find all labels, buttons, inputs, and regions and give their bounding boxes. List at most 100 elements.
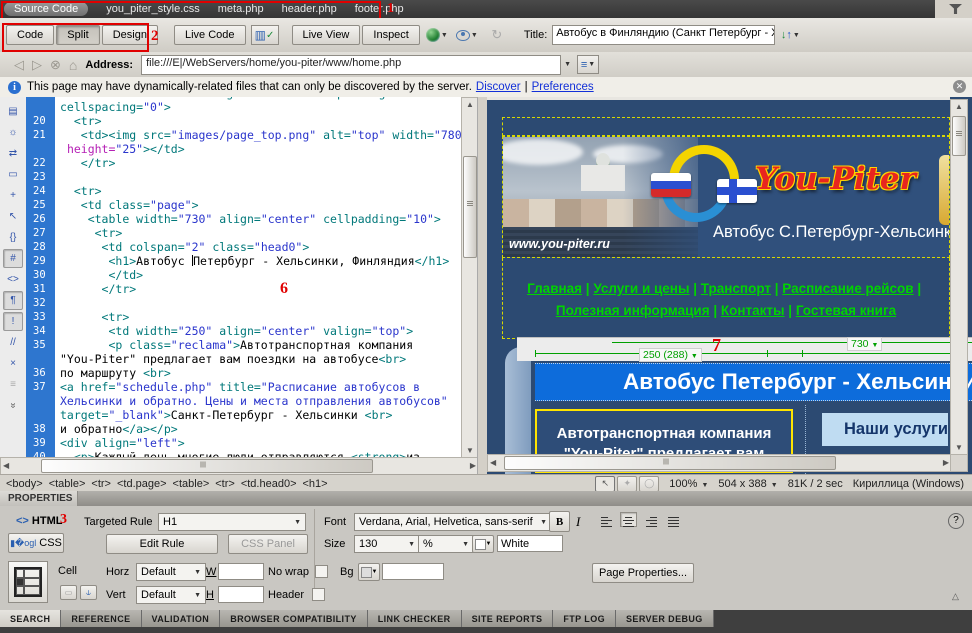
nowrap-checkbox[interactable] xyxy=(315,565,328,578)
snippets-icon[interactable]: ☼ xyxy=(3,123,23,142)
size-unit-select[interactable]: %▼ xyxy=(418,535,474,553)
select-tool-icon[interactable]: ↖ xyxy=(595,476,615,492)
address-dropdown-icon[interactable]: ▼ xyxy=(564,61,571,68)
nav-link[interactable]: Услуги и цены xyxy=(593,281,689,296)
scroll-down-icon[interactable]: ▼ xyxy=(951,441,967,455)
tag-selector-item[interactable]: <h1> xyxy=(303,478,328,490)
edit-rule-button[interactable]: Edit Rule xyxy=(106,534,218,554)
code-text[interactable]: target="_blank">Санкт-Петербург - Хельси… xyxy=(55,408,392,422)
code-text[interactable]: <h1>Автобус Петербург - Хельсинки, Финля… xyxy=(55,254,449,268)
word-wrap-icon[interactable]: ¶ xyxy=(3,291,23,310)
font-select[interactable]: Verdana, Arial, Helvetica, sans-serif▼ xyxy=(354,513,552,531)
header-checkbox[interactable] xyxy=(312,588,325,601)
infobar-close-icon[interactable]: ✕ xyxy=(953,80,966,93)
visual-aids-icon[interactable]: ▼ xyxy=(455,25,479,45)
nav-link[interactable]: Транспорт xyxy=(701,281,771,296)
scroll-left-icon[interactable]: ◀ xyxy=(490,456,496,470)
tag-selector-item[interactable]: <td.page> xyxy=(117,478,167,490)
align-center-icon[interactable] xyxy=(620,512,637,527)
code-text[interactable]: <tr> xyxy=(55,226,122,240)
code-text[interactable]: <td class="page"> xyxy=(55,198,199,212)
tag-selector-item[interactable]: <table> xyxy=(49,478,86,490)
site-banner[interactable]: You-Piter Автобус С.Петербург-Хельсинки … xyxy=(502,136,950,258)
column-width-menu[interactable]: 250 (288) ▼ xyxy=(639,348,702,362)
size-select[interactable]: 130▼ xyxy=(354,535,420,553)
back-icon[interactable]: ◁ xyxy=(14,57,24,73)
code-text[interactable]: <td width="250" align="center" valign="t… xyxy=(55,324,413,338)
code-text[interactable]: cellspacing="0"> xyxy=(55,100,171,114)
select-parent-tag-icon[interactable]: ↖ xyxy=(3,207,23,226)
live-view-button[interactable]: Live View xyxy=(292,25,361,45)
nav-link[interactable]: Главная xyxy=(527,281,582,296)
nav-link[interactable]: Расписание рейсов xyxy=(782,281,913,296)
live-code-button[interactable]: Live Code xyxy=(174,25,246,45)
discover-link[interactable]: Discover xyxy=(476,81,521,93)
table-width-bar[interactable]: 730 ▼ 250 (288) ▼ xyxy=(517,337,972,361)
bg-color-swatch[interactable]: ▼ xyxy=(358,563,380,581)
targeted-rule-select[interactable]: H1▼ xyxy=(158,513,306,531)
code-text[interactable]: и обратно</a></p> xyxy=(55,422,178,436)
scroll-left-icon[interactable]: ◀ xyxy=(3,459,9,473)
panel-tab-site-reports[interactable]: SITE REPORTS xyxy=(462,610,554,627)
stop-icon[interactable]: ⊗ xyxy=(50,57,61,73)
italic-button[interactable]: I xyxy=(576,514,580,530)
code-text[interactable]: Хельсинки и обратно. Цены и места отправ… xyxy=(55,394,448,408)
file-get-put-icon[interactable]: ↓↑▼ xyxy=(778,25,802,45)
code-text[interactable]: <tr> xyxy=(55,310,129,324)
title-input[interactable]: Автобус в Финляндию (Санкт Петербург - Х… xyxy=(552,25,775,45)
page-heading-bar[interactable]: Автобус Петербург - Хельсинки xyxy=(535,363,972,401)
syntax-error-alerts-icon[interactable]: ! xyxy=(3,312,23,331)
scroll-up-icon[interactable]: ▲ xyxy=(462,98,478,112)
forward-icon[interactable]: ▷ xyxy=(32,57,42,73)
css-panel-button[interactable]: CSS Panel xyxy=(228,534,308,554)
horz-select[interactable]: Default▼ xyxy=(136,563,206,581)
refresh-icon[interactable]: ↻ xyxy=(485,25,509,45)
code-text[interactable]: "You-Piter" предлагает вам поездки на ав… xyxy=(55,352,406,366)
collapse-full-tag-icon[interactable]: ⇄ xyxy=(3,144,23,163)
nav-link[interactable]: Гостевая книга xyxy=(796,303,896,318)
code-text[interactable]: </tr> xyxy=(55,156,115,170)
table-width-menu[interactable]: 730 ▼ xyxy=(847,337,882,351)
width-input[interactable] xyxy=(218,563,264,580)
preferences-link[interactable]: Preferences xyxy=(532,81,594,93)
bold-button[interactable]: B xyxy=(549,511,570,532)
check-page-icon[interactable]: ▥✓ xyxy=(251,25,279,45)
align-justify-icon[interactable] xyxy=(665,512,682,527)
expand-all-icon[interactable]: + xyxy=(3,186,23,205)
text-color-swatch[interactable]: ▼ xyxy=(472,535,494,553)
css-mode-button[interactable]: ▮�oglCSS xyxy=(8,533,64,553)
design-vertical-scrollbar[interactable]: ▲ ▼ xyxy=(950,99,968,456)
preview-in-browser-icon[interactable]: ▼ xyxy=(425,25,449,45)
code-text[interactable]: </tr> xyxy=(55,282,136,296)
hand-tool-icon[interactable]: ✦ xyxy=(617,476,637,492)
tag-selector-item[interactable]: <tr> xyxy=(215,478,235,490)
align-right-icon[interactable] xyxy=(643,512,660,527)
code-text[interactable]: <tr> xyxy=(55,184,102,198)
home-icon[interactable]: ⌂ xyxy=(69,57,77,73)
split-cell-icon[interactable]: ⫝ xyxy=(80,585,97,600)
services-box[interactable]: Наши услуги xyxy=(822,413,948,446)
code-text[interactable]: по маршруту <br> xyxy=(55,366,171,380)
panel-tab-ftp-log[interactable]: FTP LOG xyxy=(553,610,616,627)
nav-link[interactable]: Контакты xyxy=(721,303,785,318)
nav-link[interactable]: Полезная информация xyxy=(556,303,710,318)
design-horizontal-scrollbar[interactable]: ◀ ▶ xyxy=(487,454,952,472)
expand-chevron-icon[interactable]: » xyxy=(4,396,23,416)
html-mode-button[interactable]: <> HTML xyxy=(16,515,62,527)
remove-comment-icon[interactable]: × xyxy=(3,354,23,373)
code-text[interactable] xyxy=(55,296,60,310)
code-horizontal-scrollbar[interactable]: ◀ ▶ xyxy=(0,457,479,475)
code-text[interactable]: <tr> xyxy=(55,114,102,128)
design-scroll-thumb[interactable] xyxy=(952,116,966,156)
page-properties-button[interactable]: Page Properties... xyxy=(592,563,694,583)
tag-selector-item[interactable]: <td.head0> xyxy=(241,478,297,490)
panel-tab-reference[interactable]: REFERENCE xyxy=(61,610,141,627)
code-text[interactable]: </td> xyxy=(55,268,143,282)
code-text[interactable]: <p class="reclama">Автотранспортная комп… xyxy=(55,338,413,352)
bg-value-input[interactable] xyxy=(382,563,444,580)
height-input[interactable] xyxy=(218,586,264,603)
code-text[interactable]: <td><img src="images/page_top.png" alt="… xyxy=(55,128,461,142)
zoom-tool-icon[interactable]: ◯ xyxy=(639,476,659,492)
tag-selector-item[interactable]: <tr> xyxy=(91,478,111,490)
apply-comment-icon[interactable]: // xyxy=(3,333,23,352)
